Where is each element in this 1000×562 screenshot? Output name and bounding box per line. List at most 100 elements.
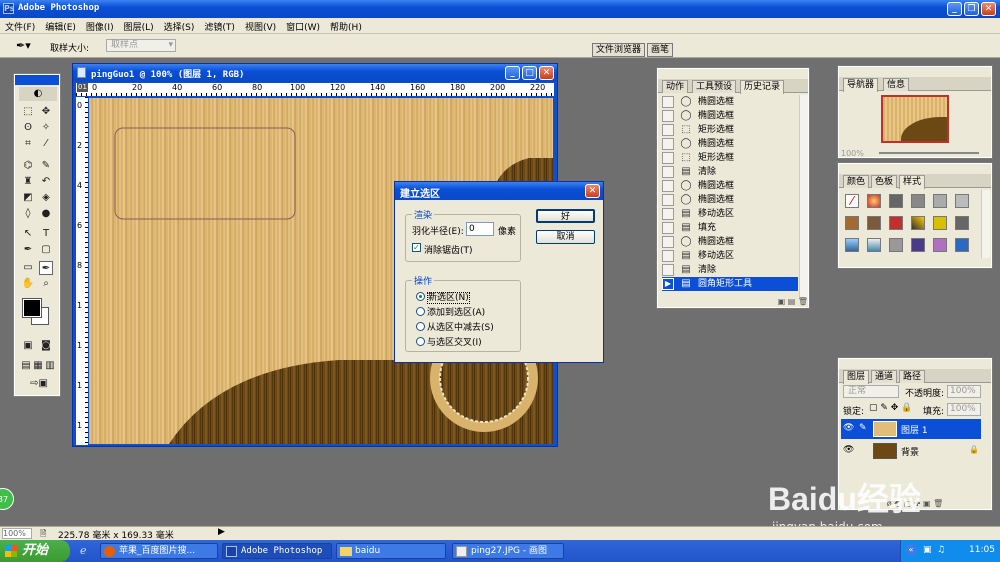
op-subtract-selection[interactable]: 从选区中减去(S) [416,320,494,333]
history-scrollbar[interactable] [799,95,808,299]
tab-tool-presets[interactable]: 工具预设 [692,80,737,93]
taskbar-item-active[interactable]: Adobe Photoshop [222,543,332,559]
foreground-color-swatch[interactable] [22,298,42,318]
fill-input[interactable]: 100% [947,403,981,416]
history-item[interactable]: ▤ 移动选区 [662,207,798,221]
lasso-tool-icon[interactable]: ʘ [21,121,35,135]
ok-button[interactable]: 好 [536,209,595,223]
tab-paths[interactable]: 路径 [899,370,926,383]
dialog-close-button[interactable]: ✕ [585,184,600,198]
status-arrow-icon[interactable]: ▶ [218,527,225,537]
zoom-tool-icon[interactable]: ⌕ [39,277,53,291]
op-add-selection[interactable]: 添加到选区(A) [416,305,485,318]
crop-tool-icon[interactable]: ⌗ [21,137,35,151]
op-intersect-selection[interactable]: 与选区交叉(I) [416,335,482,348]
eyedropper-icon[interactable]: ✒ [39,261,53,275]
blur-tool-icon[interactable]: ◊ [21,207,35,221]
navigator-thumbnail[interactable] [881,95,949,143]
eyedropper-tool-icon[interactable]: ✒▾ [16,39,31,52]
history-item[interactable]: ▤ 填充 [662,221,798,235]
style-swatch[interactable] [911,216,925,230]
notes-tool-icon[interactable]: ▭ [21,261,35,275]
antialias-checkbox[interactable]: ✓ [412,243,421,252]
imageready-jump-icon[interactable]: ⇨▣ [29,377,49,391]
taskbar-item[interactable]: 苹果_百度图片搜... [100,543,218,559]
dodge-tool-icon[interactable]: ● [39,207,53,221]
style-swatch[interactable] [867,194,881,208]
brush-tool-icon[interactable]: ✎ [39,159,53,173]
menu-edit[interactable]: 编辑(E) [40,18,81,33]
tray-network-icon[interactable]: ▣ [923,545,932,555]
minimize-button[interactable]: _ [947,2,962,16]
hand-tool-icon[interactable]: ✋ [21,277,35,291]
style-swatch[interactable] [889,216,903,230]
style-swatch[interactable] [845,238,859,252]
tab-channels[interactable]: 通道 [871,370,898,383]
tab-navigator[interactable]: 导航器 [843,78,879,92]
restore-button[interactable]: ❐ [964,2,979,16]
style-swatch[interactable] [845,216,859,230]
history-item-selected[interactable]: ▶ ▤ 圆角矩形工具 [662,277,798,291]
radio-intersect[interactable] [416,337,425,346]
history-item[interactable]: ▤ 清除 [662,165,798,179]
eye-icon[interactable]: 👁 [843,445,855,455]
history-brush-icon[interactable]: ↶ [39,175,53,189]
tab-actions[interactable]: 动作 [662,80,689,93]
eraser-tool-icon[interactable]: ◩ [21,191,35,205]
magic-wand-icon[interactable]: ✧ [39,121,53,135]
tab-layers[interactable]: 图层 [843,370,870,384]
style-swatch[interactable] [933,216,947,230]
doc-minimize-button[interactable]: _ [505,66,520,80]
radio-new[interactable] [416,292,425,301]
opacity-input[interactable]: 100% [947,385,981,398]
feather-input[interactable]: 0 [466,222,494,236]
style-swatch[interactable] [933,238,947,252]
menu-window[interactable]: 窗口(W) [281,18,325,33]
move-tool-icon[interactable]: ✥ [39,105,53,119]
style-swatch[interactable] [867,216,881,230]
menu-select[interactable]: 选择(S) [159,18,200,33]
style-swatch[interactable] [867,238,881,252]
lock-icons[interactable]: ▢ ✎ ✥ 🔒 [869,403,912,413]
tray-volume-icon[interactable]: ♫ [937,545,945,555]
menu-layer[interactable]: 图层(L) [119,18,159,33]
menu-view[interactable]: 视图(V) [240,18,281,33]
start-button[interactable]: 开始 [0,540,70,562]
tab-styles[interactable]: 样式 [899,175,926,189]
layer-row[interactable]: 👁 背景 🔒 [841,441,981,461]
style-swatch[interactable] [911,238,925,252]
history-item[interactable]: ◯ 椭圆选框 [662,193,798,207]
tab-brushes[interactable]: 画笔 [647,43,674,57]
stamp-tool-icon[interactable]: ♜ [21,175,35,189]
ie-quicklaunch-icon[interactable]: ℯ [80,544,87,557]
radio-subtract[interactable] [416,322,425,331]
menu-file[interactable]: 文件(F) [0,18,40,33]
tab-history[interactable]: 历史记录 [740,80,785,94]
history-item[interactable]: ◯ 椭圆选框 [662,137,798,151]
marquee-tool-icon[interactable]: ⬚ [21,105,35,119]
navigator-zoom[interactable]: 100% [841,149,864,158]
eye-icon[interactable]: 👁 [843,423,855,433]
taskbar-item[interactable]: ping27.JPG - 画图 [452,543,564,559]
history-item[interactable]: ◯ 椭圆选框 [662,109,798,123]
slice-tool-icon[interactable]: ⁄ [39,137,53,151]
menu-filter[interactable]: 滤镜(T) [199,18,240,33]
history-item[interactable]: ◯ 椭圆选框 [662,179,798,193]
style-swatch[interactable] [889,194,903,208]
tab-swatches[interactable]: 色板 [871,175,898,188]
healing-tool-icon[interactable]: ⌬ [21,159,35,173]
taskbar-item[interactable]: baidu [336,543,446,559]
standard-mode-icon[interactable]: ▣ [21,339,35,353]
doc-maximize-button[interactable]: □ [522,66,537,80]
layer-row-selected[interactable]: 👁 ✎ 图层 1 [841,419,981,439]
style-swatch-none[interactable]: ⁄ [845,194,859,208]
sample-size-select[interactable]: 取样点 ▾ [106,39,176,52]
doc-close-button[interactable]: ✕ [539,66,554,80]
radio-add[interactable] [416,307,425,316]
history-item[interactable]: ⬚ 矩形选框 [662,123,798,137]
history-item[interactable]: ▤ 移动选区 [662,249,798,263]
op-new-selection[interactable]: 新选区(N) [416,290,470,304]
history-item[interactable]: ⬚ 矩形选框 [662,151,798,165]
history-item[interactable]: ◯ 椭圆选框 [662,235,798,249]
style-swatch[interactable] [955,216,969,230]
